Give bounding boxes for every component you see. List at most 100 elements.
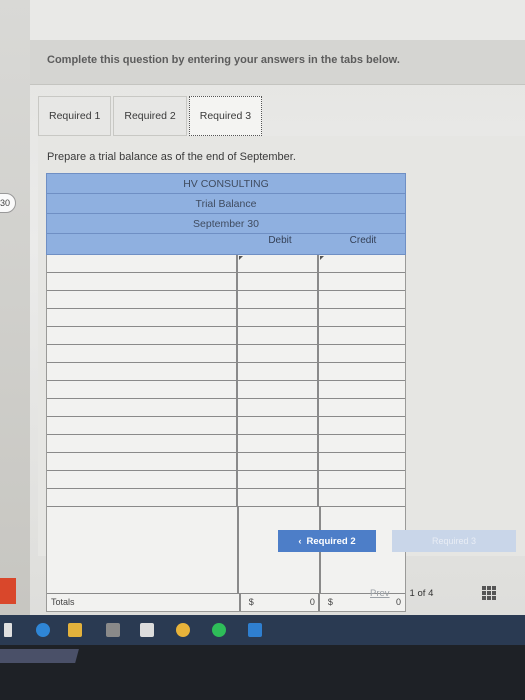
page-total: 4	[428, 588, 434, 599]
credit-cell[interactable]	[319, 471, 405, 488]
table-row	[47, 489, 405, 507]
totals-label: Totals	[47, 594, 241, 611]
store-icon[interactable]	[106, 623, 120, 637]
company-name: HV CONSULTING	[46, 173, 406, 193]
table-row	[47, 399, 405, 417]
credit-header: Credit	[349, 235, 377, 246]
table-row	[47, 273, 405, 291]
debit-cell[interactable]	[238, 417, 320, 434]
credit-cell[interactable]	[319, 327, 405, 344]
credit-cell[interactable]	[319, 273, 405, 290]
account-cell[interactable]	[47, 453, 238, 470]
next-required-button[interactable]: Required 3	[392, 530, 516, 552]
column-header-row: Debit Credit	[46, 233, 406, 255]
account-cell[interactable]	[47, 471, 238, 488]
debit-total: $ 0	[241, 594, 320, 611]
debit-cell[interactable]	[238, 327, 320, 344]
table-row	[47, 453, 405, 471]
browser-screen: Complete this question by entering your …	[30, 0, 525, 615]
account-cell[interactable]	[47, 363, 238, 380]
account-cell[interactable]	[47, 435, 238, 452]
table-row	[47, 381, 405, 399]
grid-icon[interactable]	[482, 586, 496, 600]
account-cell[interactable]	[47, 345, 238, 362]
pager: Prev 1 of 4	[370, 588, 433, 599]
table-row	[47, 363, 405, 381]
debit-cell[interactable]	[238, 471, 320, 488]
credit-cell[interactable]	[319, 381, 405, 398]
debit-currency: $	[248, 597, 254, 607]
task-view-icon[interactable]	[4, 623, 12, 637]
debit-cell[interactable]	[238, 255, 320, 272]
statement-title: Trial Balance	[46, 193, 406, 213]
credit-cell[interactable]	[319, 399, 405, 416]
table-row	[47, 309, 405, 327]
tab-required-2[interactable]: Required 2	[113, 96, 187, 136]
prev-required-button[interactable]: ‹ Required 2	[278, 530, 376, 552]
table-row	[47, 417, 405, 435]
debit-cell[interactable]	[238, 399, 320, 416]
page-count: 1 of 4	[410, 588, 434, 599]
debit-cell[interactable]	[238, 345, 320, 362]
account-cell[interactable]	[47, 399, 238, 416]
debit-cell[interactable]	[238, 453, 320, 470]
debit-cell[interactable]	[238, 381, 320, 398]
totals-row: Totals $ 0 $ 0	[47, 594, 405, 611]
credit-cell[interactable]	[319, 417, 405, 434]
credit-cell[interactable]	[319, 309, 405, 326]
account-cell[interactable]	[47, 417, 238, 434]
debit-cell[interactable]	[238, 363, 320, 380]
page-of: of	[417, 588, 426, 599]
credit-cell[interactable]	[319, 363, 405, 380]
account-cell[interactable]	[47, 309, 238, 326]
account-cell[interactable]	[47, 381, 238, 398]
tab-required-3[interactable]: Required 3	[188, 96, 263, 136]
debit-total-value: 0	[309, 597, 315, 607]
table-row	[47, 291, 405, 309]
edge-icon[interactable]	[36, 623, 50, 637]
monitor-bezel	[0, 0, 30, 640]
credit-cell[interactable]	[319, 255, 405, 272]
tab-required-1[interactable]: Required 1	[38, 96, 112, 136]
prev-required-label: Required 2	[306, 535, 356, 547]
table-header: HV CONSULTING Trial Balance September 30…	[46, 173, 406, 255]
outlook-icon[interactable]	[248, 623, 262, 637]
table-row	[47, 255, 405, 273]
file-explorer-icon[interactable]	[68, 623, 82, 637]
debit-cell[interactable]	[238, 489, 320, 506]
credit-cell[interactable]	[319, 345, 405, 362]
account-cell[interactable]	[47, 291, 238, 308]
table-body: Totals $ 0 $ 0	[46, 255, 406, 612]
credit-currency: $	[327, 597, 333, 607]
prev-link[interactable]: Prev	[370, 588, 390, 599]
cell-marker-icon	[320, 256, 325, 260]
table-row	[47, 327, 405, 345]
taskbar	[0, 615, 525, 645]
debit-cell[interactable]	[238, 291, 320, 308]
statement-date: September 30	[46, 213, 406, 233]
account-cell[interactable]	[47, 273, 238, 290]
mail-icon[interactable]	[140, 623, 154, 637]
spotify-icon[interactable]	[212, 623, 226, 637]
table-row	[47, 435, 405, 453]
cell-marker-icon	[238, 256, 243, 260]
account-cell[interactable]	[47, 255, 238, 272]
chevron-left-icon: ‹	[298, 535, 302, 547]
page-current: 1	[409, 588, 415, 599]
chrome-icon[interactable]	[176, 623, 190, 637]
table-row	[47, 345, 405, 363]
asus-logo-icon	[0, 649, 79, 663]
debit-cell[interactable]	[238, 435, 320, 452]
debit-cell[interactable]	[238, 309, 320, 326]
monitor-chin	[0, 645, 525, 700]
debit-cell[interactable]	[238, 273, 320, 290]
debit-header: Debit	[268, 235, 292, 246]
table-row	[47, 471, 405, 489]
account-cell[interactable]	[47, 327, 238, 344]
credit-cell[interactable]	[319, 489, 405, 506]
credit-cell[interactable]	[319, 291, 405, 308]
account-cell[interactable]	[47, 489, 238, 506]
tab-strip: Required 1 Required 2 Required 3	[38, 96, 264, 136]
credit-cell[interactable]	[319, 453, 405, 470]
credit-cell[interactable]	[319, 435, 405, 452]
